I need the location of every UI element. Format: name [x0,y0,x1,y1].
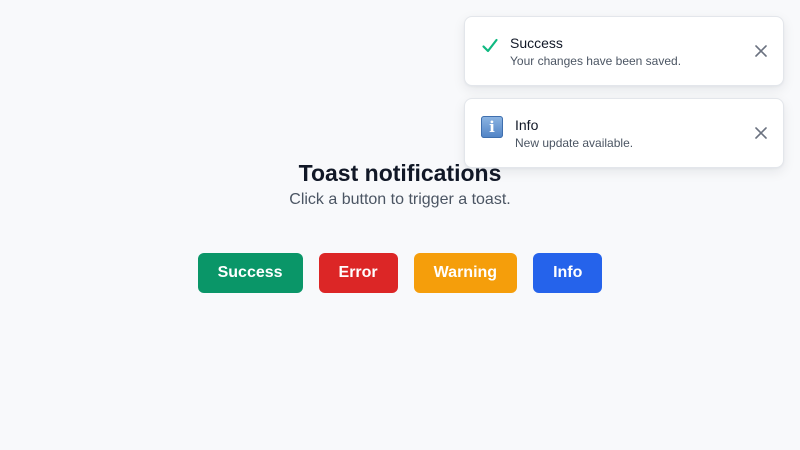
toast-message: Your changes have been saved. [510,54,682,68]
info-button[interactable]: Info [533,253,603,293]
toast-stack: Success Your changes have been saved. i … [464,16,784,180]
warning-button[interactable]: Warning [413,253,518,293]
success-button[interactable]: Success [197,253,303,293]
info-icon: i [481,116,503,138]
toast-title: Info [515,117,539,133]
page-subtitle: Click a button to trigger a toast. [289,191,511,208]
toast-message: New update available. [515,136,634,150]
toast-title: Success [510,35,563,51]
toast-success: Success Your changes have been saved. [464,16,784,86]
button-row: Success Error Warning Info [0,253,800,293]
page-header: Toast notifications Click a button to tr… [0,158,800,210]
error-button[interactable]: Error [318,253,398,293]
close-icon[interactable] [753,43,769,59]
page-title: Toast notifications [298,160,502,186]
check-icon [482,38,498,53]
close-icon[interactable] [753,125,769,141]
